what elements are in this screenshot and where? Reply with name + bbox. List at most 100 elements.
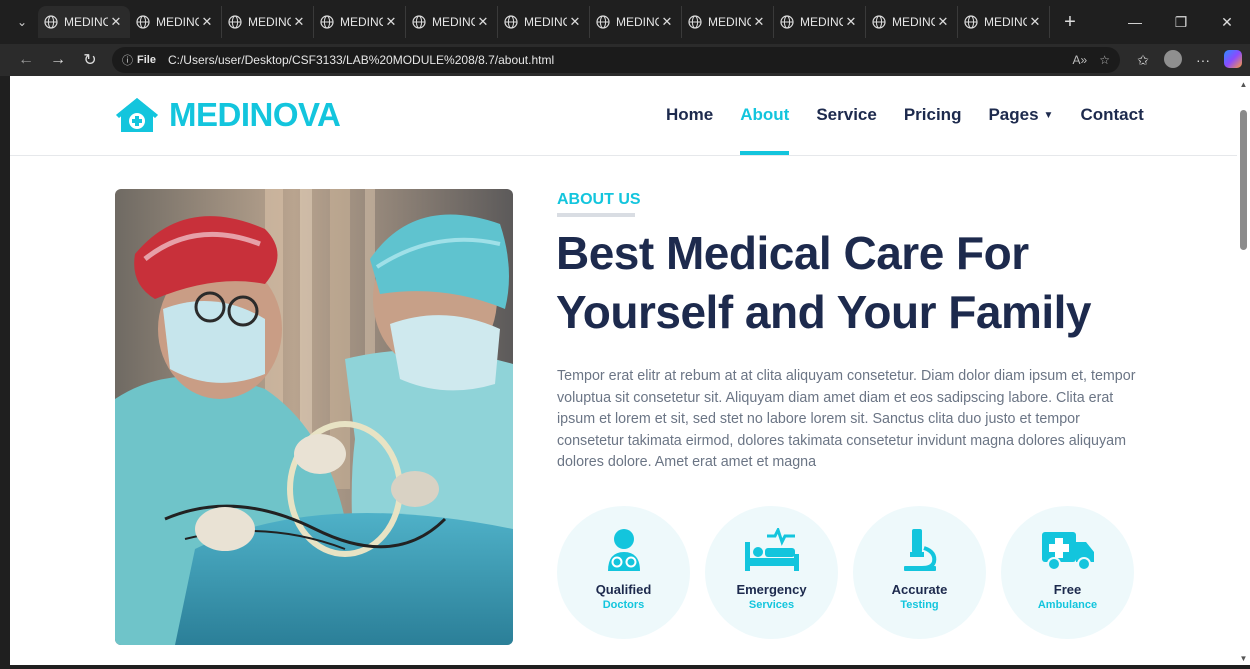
- browser-tab[interactable]: MEDINOVA ✕: [590, 6, 682, 38]
- tab-title: MEDINOVA: [800, 15, 843, 29]
- doctor-icon: [607, 529, 640, 571]
- tab-title: MEDINOVA: [524, 15, 567, 29]
- profile-icon[interactable]: [1158, 49, 1188, 71]
- feature-title: Accurate: [891, 582, 948, 597]
- site-navbar: MEDINOVA Home About Service Pricing Page…: [10, 76, 1237, 156]
- close-icon[interactable]: ✕: [567, 14, 583, 30]
- read-aloud-icon[interactable]: A»: [1073, 53, 1088, 67]
- close-icon[interactable]: ✕: [659, 14, 675, 30]
- tab-actions-menu-button[interactable]: ⌄: [6, 6, 38, 38]
- tab-title: MEDINOVA: [156, 15, 199, 29]
- feature-subtitle: Ambulance: [1037, 599, 1098, 611]
- nav-service[interactable]: Service: [816, 76, 877, 156]
- feature-title: Qualified: [595, 582, 652, 597]
- feature-subtitle: Doctors: [602, 599, 645, 611]
- close-icon[interactable]: ✕: [108, 14, 124, 30]
- scrollbar-thumb[interactable]: [1240, 110, 1247, 250]
- close-icon[interactable]: ✕: [843, 14, 859, 30]
- close-icon[interactable]: ✕: [751, 14, 767, 30]
- tab-title: MEDINOVA: [616, 15, 659, 29]
- url-text[interactable]: C:/Users/user/Desktop/CSF3133/LAB%20MODU…: [168, 53, 1061, 67]
- restore-icon[interactable]: ❐: [1158, 14, 1204, 31]
- feature-list: Qualified Doctors Emergency Services Acc…: [557, 506, 1149, 639]
- new-tab-button[interactable]: +: [1054, 6, 1086, 38]
- browser-tab[interactable]: MEDINOVA ✕: [498, 6, 590, 38]
- browser-tab[interactable]: MEDINOVA ✕: [406, 6, 498, 38]
- section-label-text: ABOUT US: [557, 191, 641, 208]
- page-headline: Best Medical Care For Yourself and Your …: [556, 224, 1176, 342]
- globe-icon: [872, 15, 886, 29]
- nav-home[interactable]: Home: [666, 76, 713, 156]
- more-icon[interactable]: ···: [1188, 52, 1218, 68]
- feature-accurate-testing: Accurate Testing: [853, 506, 986, 639]
- feature-title: Free: [1053, 582, 1082, 597]
- browser-tab[interactable]: MEDINOVA ✕: [314, 6, 406, 38]
- copilot-icon[interactable]: [1218, 49, 1248, 71]
- tab-title: MEDINOVA: [248, 15, 291, 29]
- nav-pages-label: Pages: [988, 105, 1039, 124]
- headline-line-1: Best Medical Care For: [556, 227, 1029, 279]
- browser-toolbar: ← → ↻ ⓘ File C:/Users/user/Desktop/CSF31…: [0, 44, 1250, 76]
- feature-qualified-doctors: Qualified Doctors: [557, 506, 690, 639]
- globe-icon: [44, 15, 58, 29]
- feature-subtitle: Testing: [900, 599, 939, 611]
- feature-emergency-services: Emergency Services: [705, 506, 838, 639]
- tab-title: MEDINOVA: [432, 15, 475, 29]
- globe-icon: [688, 15, 702, 29]
- main-menu: Home About Service Pricing Pages ▼ Contac…: [666, 76, 1171, 156]
- feature-free-ambulance: Free Ambulance: [1001, 506, 1134, 639]
- close-icon[interactable]: ✕: [383, 14, 399, 30]
- close-icon[interactable]: ✕: [199, 14, 215, 30]
- page-viewport: MEDINOVA Home About Service Pricing Page…: [10, 76, 1237, 665]
- window-controls: — ❐ ✕: [1112, 0, 1250, 44]
- scroll-up-icon[interactable]: ▲: [1239, 80, 1248, 89]
- favorite-star-icon[interactable]: ☆: [1099, 53, 1110, 67]
- back-icon[interactable]: ←: [10, 46, 42, 74]
- close-icon[interactable]: ✕: [475, 14, 491, 30]
- info-icon[interactable]: ⓘ: [122, 52, 133, 68]
- browser-tab[interactable]: MEDINOVA ✕: [866, 6, 958, 38]
- about-description: Tempor erat elitr at rebum at at clita a…: [557, 368, 1136, 470]
- copilot-logo: [1224, 49, 1242, 68]
- surgeons-photo: [115, 189, 513, 645]
- browser-tab[interactable]: MEDINOVA ✕: [130, 6, 222, 38]
- favorites-icon[interactable]: ✩: [1128, 52, 1158, 69]
- forward-icon[interactable]: →: [42, 46, 74, 74]
- tab-title: MEDINOVA: [708, 15, 751, 29]
- avatar: [1164, 49, 1182, 68]
- nav-contact[interactable]: Contact: [1080, 76, 1143, 156]
- ambulance-icon: [1041, 532, 1094, 571]
- feature-title: Emergency: [736, 582, 807, 597]
- globe-icon: [228, 15, 242, 29]
- refresh-icon[interactable]: ↻: [74, 46, 106, 74]
- close-icon[interactable]: ✕: [1027, 14, 1043, 30]
- microscope-icon: [903, 529, 936, 571]
- globe-icon: [412, 15, 426, 29]
- scheme-label: File: [137, 54, 156, 66]
- close-icon[interactable]: ✕: [935, 14, 951, 30]
- tab-title: MEDINOVA: [892, 15, 935, 29]
- browser-tab[interactable]: MEDINOVA ✕: [682, 6, 774, 38]
- globe-icon: [504, 15, 518, 29]
- globe-icon: [320, 15, 334, 29]
- scroll-down-icon[interactable]: ▼: [1239, 654, 1248, 663]
- browser-tab-bar: ⌄ MEDINOVA ✕ MEDINOVA ✕ MEDINOVA ✕ MEDIN…: [0, 0, 1250, 44]
- globe-icon: [780, 15, 794, 29]
- feature-subtitle: Services: [748, 599, 795, 611]
- browser-tab[interactable]: MEDINOVA ✕: [774, 6, 866, 38]
- nav-pages-dropdown[interactable]: Pages ▼: [988, 76, 1053, 156]
- browser-tab[interactable]: MEDINOVA ✕: [38, 6, 130, 38]
- procedures-icon: [744, 528, 799, 571]
- tab-title: MEDINOVA: [984, 15, 1027, 29]
- address-bar[interactable]: ⓘ File C:/Users/user/Desktop/CSF3133/LAB…: [112, 47, 1120, 73]
- vertical-scrollbar[interactable]: ▲ ▼: [1237, 76, 1250, 665]
- close-icon[interactable]: ✕: [291, 14, 307, 30]
- browser-tab[interactable]: MEDINOVA ✕: [958, 6, 1050, 38]
- nav-about[interactable]: About: [740, 76, 790, 156]
- minimize-icon[interactable]: —: [1112, 14, 1158, 30]
- browser-tab[interactable]: MEDINOVA ✕: [222, 6, 314, 38]
- nav-pricing[interactable]: Pricing: [904, 76, 962, 156]
- brand-logo[interactable]: MEDINOVA: [115, 96, 341, 134]
- caret-down-icon: ▼: [1043, 110, 1054, 121]
- close-window-icon[interactable]: ✕: [1204, 14, 1250, 31]
